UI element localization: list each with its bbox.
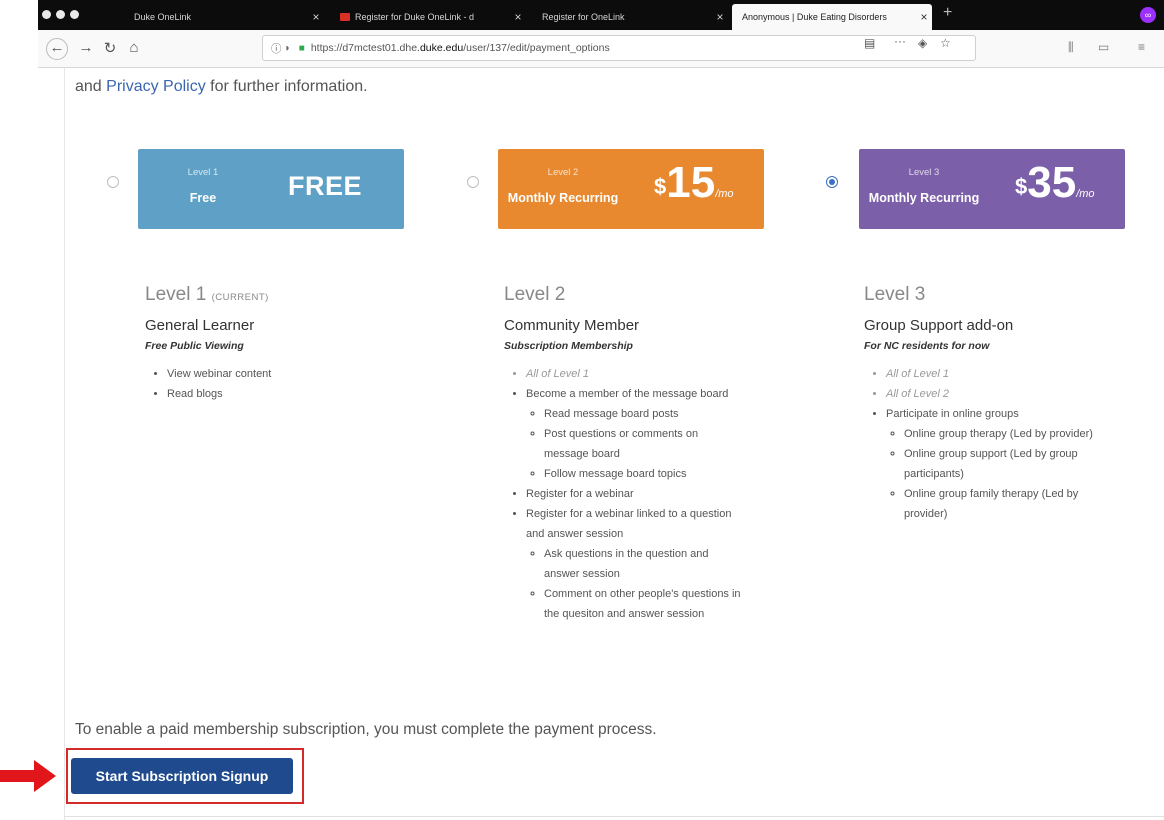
lock-icon[interactable]: ■ xyxy=(299,43,305,54)
list-item: All of Level 2 xyxy=(886,384,1104,404)
library-icon[interactable]: ⫼ xyxy=(1068,40,1074,55)
back-arrow-icon: ← xyxy=(49,39,65,56)
tab-duke-onelink[interactable]: Duke OneLink × xyxy=(124,4,324,30)
level-2-details: Level 2 Community Member Subscription Me… xyxy=(504,284,744,624)
tab-label: Anonymous | Duke Eating Disorders xyxy=(742,12,887,22)
tab-register-duke-onelink[interactable]: Register for Duke OneLink - d × xyxy=(330,4,526,30)
hamburger-menu-icon[interactable]: ≡ xyxy=(1138,40,1145,54)
bookmark-star-icon[interactable]: ☆ xyxy=(940,36,951,50)
tab-close-icon[interactable]: × xyxy=(916,10,932,24)
window-zoom-dot[interactable] xyxy=(70,10,79,19)
level-name: General Learner xyxy=(145,317,255,334)
window-close-dot[interactable] xyxy=(42,10,51,19)
tier-2-card[interactable]: Level 2 Monthly Recurring $15/mo xyxy=(498,149,764,229)
payment-notice: To enable a paid membership subscription… xyxy=(75,721,657,738)
tier-level-label: Level 2 xyxy=(547,167,579,178)
tier-sub-label: Free xyxy=(189,191,217,205)
mail-icon xyxy=(340,13,350,21)
new-tab-icon[interactable]: + xyxy=(943,4,952,22)
level-tagline: Free Public Viewing xyxy=(145,340,244,352)
pocket-icon[interactable]: ◈ xyxy=(918,36,927,50)
list-item: Follow message board topics xyxy=(544,464,744,484)
sub-feature-list: Online group therapy (Led by provider) O… xyxy=(904,424,1104,524)
tab-label: Register for OneLink xyxy=(542,12,625,22)
list-item: Online group family therapy (Led by prov… xyxy=(904,484,1104,524)
tier-sub-label: Monthly Recurring xyxy=(507,191,619,205)
page-content: and Privacy Policy for further informati… xyxy=(64,68,1164,820)
level-title: Level 3 xyxy=(864,284,926,305)
level-title: Level 1 (CURRENT) xyxy=(145,284,269,305)
list-item: View webinar content xyxy=(167,364,445,384)
tab-register-onelink[interactable]: Register for OneLink × xyxy=(532,4,728,30)
divider xyxy=(64,816,1164,817)
feature-list: All of Level 1 Become a member of the me… xyxy=(526,364,744,624)
feature-list: All of Level 1 All of Level 2 Participat… xyxy=(886,364,1104,524)
level-tagline: For NC residents for now xyxy=(864,340,990,352)
tier-2-radio[interactable] xyxy=(467,176,479,188)
list-item: Participate in online groups Online grou… xyxy=(886,404,1104,524)
level-name: Group Support add-on xyxy=(864,317,1014,334)
window-minimize-dot[interactable] xyxy=(56,10,65,19)
tier-price: $15/mo xyxy=(654,158,734,207)
tier-3-card[interactable]: Level 3 Monthly Recurring $35/mo xyxy=(859,149,1125,229)
list-item: Online group support (Led by group parti… xyxy=(904,444,1104,484)
highlight-box xyxy=(66,748,304,804)
feature-list: View webinar content Read blogs xyxy=(167,364,445,404)
shield-icon[interactable]: ◗ xyxy=(282,42,290,54)
list-item: Read blogs xyxy=(167,384,445,404)
list-item: Ask questions in the question and answer… xyxy=(544,544,744,584)
extension-icon[interactable]: ∞ xyxy=(1140,7,1156,23)
tier-level-label: Level 3 xyxy=(908,167,940,178)
tier-1-radio[interactable] xyxy=(107,176,119,188)
tab-close-icon[interactable]: × xyxy=(712,10,728,24)
tab-label: Register for Duke OneLink - d xyxy=(355,12,475,22)
info-icon[interactable]: ⓘ xyxy=(271,41,282,56)
pointer-arrow-icon xyxy=(0,760,56,792)
list-item: Register for a webinar xyxy=(526,484,744,504)
reader-view-icon[interactable]: ▤ xyxy=(864,36,875,50)
tier-sub-label: Monthly Recurring xyxy=(868,191,980,205)
list-item: Register for a webinar linked to a quest… xyxy=(526,504,744,624)
list-item: All of Level 1 xyxy=(526,364,744,384)
sidebar-icon[interactable]: ▭ xyxy=(1098,40,1109,54)
url-text: https://d7mctest01.dhe.duke.edu/user/137… xyxy=(310,42,610,54)
list-item: Comment on other people's questions in t… xyxy=(544,584,744,624)
privacy-policy-link[interactable]: Privacy Policy xyxy=(106,78,206,95)
tier-1-card[interactable]: Level 1 Free FREE xyxy=(138,149,404,229)
tier-3-radio[interactable] xyxy=(826,176,838,188)
tier-price: FREE xyxy=(288,171,363,201)
level-name: Community Member xyxy=(504,317,640,334)
forward-arrow-icon[interactable]: → xyxy=(76,39,96,56)
tier-price: $35/mo xyxy=(1015,158,1095,207)
intro-text: and Privacy Policy for further informati… xyxy=(75,78,368,95)
browser-chrome: Duke OneLink × Register for Duke OneLink… xyxy=(38,0,1164,68)
list-item: Read message board posts xyxy=(544,404,744,424)
list-item: Online group therapy (Led by provider) xyxy=(904,424,1104,444)
tab-duke-eating-disorders[interactable]: Anonymous | Duke Eating Disorders × xyxy=(732,4,932,30)
tab-label: Duke OneLink xyxy=(134,12,192,22)
reload-icon[interactable]: ↻ xyxy=(100,39,120,57)
level-tagline: Subscription Membership xyxy=(504,340,633,352)
list-item: Become a member of the message board Rea… xyxy=(526,384,744,484)
page-actions-icon[interactable]: ··· xyxy=(894,34,906,48)
tab-close-icon[interactable]: × xyxy=(308,10,324,24)
level-title: Level 2 xyxy=(504,284,566,305)
sub-feature-list: Read message board posts Post questions … xyxy=(544,404,744,484)
tab-bar: Duke OneLink × Register for Duke OneLink… xyxy=(38,0,1164,30)
tier-level-label: Level 1 xyxy=(187,167,219,178)
level-3-details: Level 3 Group Support add-on For NC resi… xyxy=(864,284,1104,524)
list-item: All of Level 1 xyxy=(886,364,1104,384)
sub-feature-list: Ask questions in the question and answer… xyxy=(544,544,744,624)
home-icon[interactable]: ⌂ xyxy=(124,39,144,56)
list-item: Post questions or comments on message bo… xyxy=(544,424,744,464)
tab-close-icon[interactable]: × xyxy=(510,10,526,24)
navigation-bar: ← → ↻ ⌂ ⓘ ◗ ■ https://d7mctest01.dhe.duk… xyxy=(38,30,1164,68)
level-1-details: Level 1 (CURRENT) General Learner Free P… xyxy=(145,284,445,404)
